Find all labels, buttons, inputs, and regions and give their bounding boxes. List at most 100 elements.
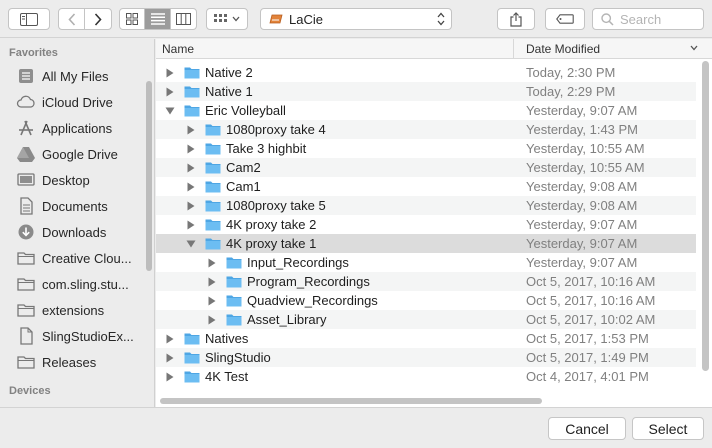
name-cell: 4K proxy take 1: [156, 236, 514, 251]
folder-icon: [17, 304, 35, 317]
location-popup[interactable]: LaCie: [260, 8, 452, 30]
table-row[interactable]: 4K proxy take 2 Yesterday, 9:07 AM: [156, 215, 696, 234]
name-cell: Native 2: [156, 65, 514, 80]
sidebar-item-label: Creative Clou...: [42, 250, 132, 266]
folder-icon: [17, 356, 35, 369]
table-row[interactable]: Quadview_Recordings Oct 5, 2017, 10:16 AM: [156, 291, 696, 310]
desktop-icon: [17, 173, 35, 186]
folder-icon: [184, 66, 200, 79]
cancel-button[interactable]: Cancel: [548, 417, 626, 440]
disclosure-triangle-closed-icon[interactable]: [206, 295, 218, 307]
date-modified-column-header[interactable]: Date Modified: [514, 39, 712, 59]
disclosure-triangle-closed-icon[interactable]: [185, 219, 197, 231]
back-button[interactable]: [59, 9, 86, 29]
search-field[interactable]: Search: [592, 8, 704, 30]
disclosure-triangle-closed-icon[interactable]: [185, 162, 197, 174]
sidebar-item-extensions[interactable]: extensions: [0, 297, 154, 323]
sidebar-item-documents[interactable]: Documents: [0, 193, 154, 219]
table-row[interactable]: SlingStudio Oct 5, 2017, 1:49 PM: [156, 348, 696, 367]
folder-icon: [17, 278, 35, 291]
disclosure-triangle-closed-icon[interactable]: [164, 371, 176, 383]
sidebar-item-creative-cloud[interactable]: Creative Clou...: [0, 245, 154, 271]
disclosure-triangle-closed-icon[interactable]: [185, 143, 197, 155]
applications-icon: [19, 120, 33, 136]
sidebar-item-applications[interactable]: Applications: [0, 115, 154, 141]
name-cell: Take 3 highbit: [156, 141, 514, 156]
sidebar-item-icloud-drive[interactable]: iCloud Drive: [0, 89, 154, 115]
sidebar-item-google-drive[interactable]: Google Drive: [0, 141, 154, 167]
file-name: Natives: [205, 331, 249, 346]
sidebar-item-all-my-files[interactable]: All My Files: [0, 63, 154, 89]
table-row[interactable]: Native 2 Today, 2:30 PM: [156, 63, 696, 82]
forward-button[interactable]: [85, 9, 111, 29]
sidebar-item-slingstudio-ex[interactable]: SlingStudioEx...: [0, 323, 154, 349]
updown-arrows-icon: [437, 12, 445, 26]
table-row[interactable]: 4K proxy take 1 Yesterday, 9:07 AM: [156, 234, 696, 253]
list-view-button[interactable]: [145, 9, 171, 29]
sidebar-item-label: Desktop: [42, 172, 90, 188]
cloud-icon: [16, 95, 35, 108]
sidebar-item-releases[interactable]: Releases: [0, 349, 154, 375]
table-row[interactable]: 1080proxy take 4 Yesterday, 1:43 PM: [156, 120, 696, 139]
date-modified-cell: Yesterday, 9:07 AM: [526, 217, 638, 232]
sidebar-item-label: extensions: [42, 302, 105, 318]
disclosure-triangle-closed-icon[interactable]: [206, 314, 218, 326]
name-column-header[interactable]: Name: [156, 39, 514, 58]
disclosure-triangle-closed-icon[interactable]: [185, 200, 197, 212]
disclosure-triangle-closed-icon[interactable]: [206, 257, 218, 269]
disclosure-triangle-closed-icon[interactable]: [164, 67, 176, 79]
sidebar-scrollbar[interactable]: [146, 81, 152, 271]
icon-view-button[interactable]: [120, 9, 146, 29]
table-row[interactable]: Cam1 Yesterday, 9:08 AM: [156, 177, 696, 196]
group-by-button[interactable]: [206, 8, 248, 30]
disclosure-triangle-closed-icon[interactable]: [206, 276, 218, 288]
folder-icon: [205, 237, 221, 250]
name-cell: Quadview_Recordings: [156, 293, 514, 308]
select-button[interactable]: Select: [632, 417, 704, 440]
disclosure-triangle-open-icon[interactable]: [164, 105, 176, 117]
table-row[interactable]: Eric Volleyball Yesterday, 9:07 AM: [156, 101, 696, 120]
folder-icon: [226, 313, 242, 326]
table-row[interactable]: Asset_Library Oct 5, 2017, 10:02 AM: [156, 310, 696, 329]
date-modified-cell: Yesterday, 9:08 AM: [526, 198, 638, 213]
file-browser: Name Date Modified Native 2 Today, 2:30 P…: [156, 39, 712, 407]
file-name: Native 1: [205, 84, 253, 99]
table-row[interactable]: Cam2 Yesterday, 10:55 AM: [156, 158, 696, 177]
table-row[interactable]: Take 3 highbit Yesterday, 10:55 AM: [156, 139, 696, 158]
table-row[interactable]: Natives Oct 5, 2017, 1:53 PM: [156, 329, 696, 348]
folder-icon: [205, 199, 221, 212]
disclosure-triangle-closed-icon[interactable]: [164, 333, 176, 345]
file-name: 4K proxy take 1: [226, 236, 317, 251]
sidebar-item-label: iCloud Drive: [42, 94, 113, 110]
date-modified-cell: Oct 5, 2017, 1:49 PM: [526, 350, 649, 365]
chevron-left-icon: [67, 12, 75, 26]
disclosure-triangle-closed-icon[interactable]: [164, 86, 176, 98]
date-modified-cell: Oct 5, 2017, 10:02 AM: [526, 312, 656, 327]
name-cell: Input_Recordings: [156, 255, 514, 270]
folder-icon: [226, 256, 242, 269]
disclosure-triangle-open-icon[interactable]: [185, 238, 197, 250]
sidebar-item-label: Documents: [42, 198, 108, 214]
share-icon: [510, 11, 522, 27]
vertical-scrollbar[interactable]: [702, 61, 709, 371]
chevron-down-icon: [232, 16, 240, 22]
share-button[interactable]: [497, 8, 535, 30]
table-row[interactable]: 1080proxy take 5 Yesterday, 9:08 AM: [156, 196, 696, 215]
table-row[interactable]: Program_Recordings Oct 5, 2017, 10:16 AM: [156, 272, 696, 291]
disclosure-triangle-closed-icon[interactable]: [185, 124, 197, 136]
horizontal-scrollbar[interactable]: [160, 398, 542, 404]
sidebar-item-downloads[interactable]: Downloads: [0, 219, 154, 245]
file-name: Take 3 highbit: [226, 141, 307, 156]
table-row[interactable]: Native 1 Today, 2:29 PM: [156, 82, 696, 101]
edit-tags-button[interactable]: [545, 8, 585, 30]
sidebar-item-com-sling-studio[interactable]: com.sling.stu...: [0, 271, 154, 297]
sidebar-item-desktop[interactable]: Desktop: [0, 167, 154, 193]
sidebar-toggle-button[interactable]: [8, 8, 50, 30]
table-row[interactable]: Input_Recordings Yesterday, 9:07 AM: [156, 253, 696, 272]
column-view-button[interactable]: [171, 9, 196, 29]
devices-heading: Devices: [9, 385, 51, 397]
disclosure-triangle-closed-icon[interactable]: [164, 352, 176, 364]
disclosure-triangle-closed-icon[interactable]: [185, 181, 197, 193]
table-row[interactable]: 4K Test Oct 4, 2017, 4:01 PM: [156, 367, 696, 386]
file-name: 4K proxy take 2: [226, 217, 317, 232]
